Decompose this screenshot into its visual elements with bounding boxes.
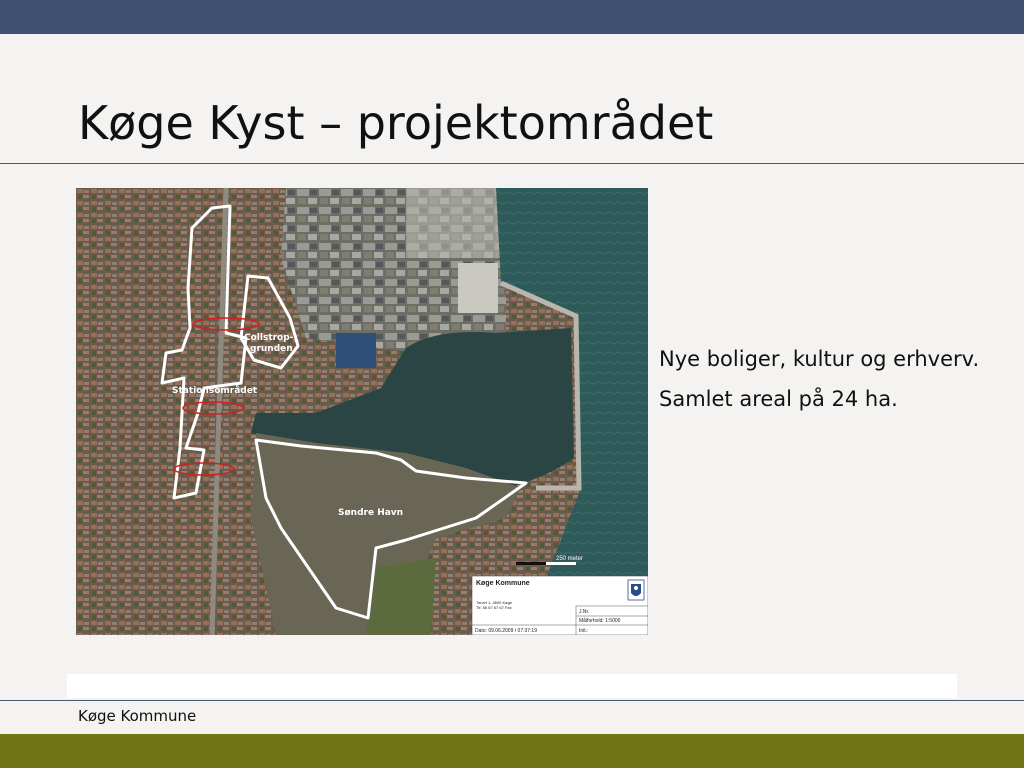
collstrop-label: Collstrop- (244, 333, 294, 343)
bullet-item: Samlet areal på 24 ha. (659, 387, 898, 411)
bottom-bar (0, 734, 1024, 768)
legend-org: Køge Kommune (476, 580, 530, 587)
top-bar (0, 0, 1024, 34)
municipality-crest-icon (627, 579, 645, 601)
footer-strip (67, 674, 957, 698)
warehouse-roof (458, 263, 498, 313)
map-legend: Køge Kommune Torvet 1, 4600 Køge Tlf. 56… (471, 575, 648, 635)
legend-date: Dato: 09.06.2009 / 07:37:19 (475, 628, 537, 634)
legend-scale: Målforhold: 1:5000 (579, 617, 621, 624)
sondre-havn-label: Søndre Havn (338, 508, 403, 518)
footer-divider (0, 700, 1024, 701)
legend-jnr: J.Nr. (579, 609, 589, 615)
bullet-item: Nye boliger, kultur og erhverv. (659, 347, 980, 371)
slide-title: Køge Kyst – projektområdet (78, 96, 714, 150)
station-label: Stationsområdet (172, 385, 258, 396)
footer-text: Køge Kommune (78, 707, 197, 725)
blue-roof-building (336, 333, 376, 368)
title-divider (0, 163, 1024, 164)
aerial-map: Collstrop- grunden Stationsområdet Søndr… (76, 188, 648, 635)
collstrop-label-2: grunden (250, 344, 293, 354)
aerial-map-svg: Collstrop- grunden Stationsområdet Søndr… (76, 188, 648, 635)
scale-bar-segment (516, 562, 546, 565)
legend-init: Init.: (579, 628, 588, 634)
legend-phone: Tlf. 56 67 67 67 Fax (476, 605, 512, 610)
bullet-list: Nye boliger, kultur og erhverv. Samlet a… (659, 345, 989, 425)
warehouse-roof (406, 188, 501, 258)
scale-label: 250 meter (556, 556, 583, 562)
green-field (366, 558, 436, 635)
